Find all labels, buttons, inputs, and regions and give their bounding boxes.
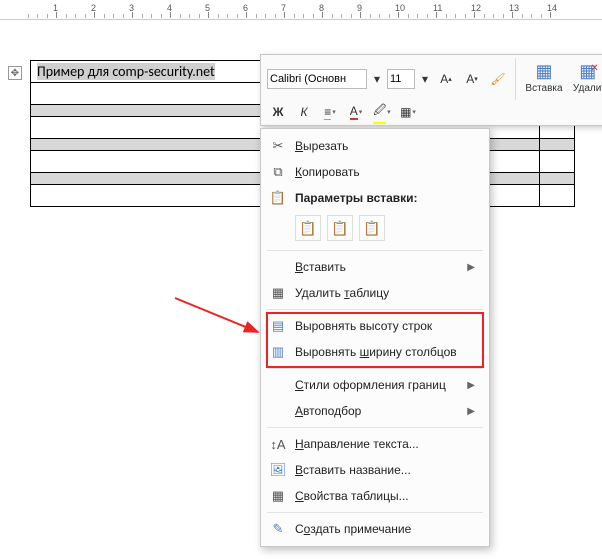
mini-toolbar: ▾ ▾ A▴ A▾ 🖌 ▦ Вставка ▦✕ Удалить Ж К ≡▾ … xyxy=(260,54,602,126)
menu-table-properties[interactable]: ▦ Свойства таблицы... xyxy=(261,483,489,509)
italic-icon[interactable]: К xyxy=(293,102,315,122)
font-size-combo[interactable] xyxy=(387,69,415,89)
menu-autofit[interactable]: Автоподбор ▶ xyxy=(261,398,489,424)
delete-table-icon: ▦✕ xyxy=(579,61,602,83)
menu-paste-options: 📋 Параметры вставки: xyxy=(261,185,489,211)
menu-border-styles[interactable]: Стили оформления границ ▶ xyxy=(261,372,489,398)
menu-copy[interactable]: ⧉ Копировать xyxy=(261,159,489,185)
grow-font-icon[interactable]: A▴ xyxy=(435,69,457,89)
delete-button[interactable]: ▦✕ Удалить xyxy=(570,58,602,100)
menu-even-row-height[interactable]: ▤ Выровнять высоту строк xyxy=(261,313,489,339)
format-painter-icon[interactable]: 🖌 xyxy=(487,69,509,89)
chevron-right-icon: ▶ xyxy=(467,380,475,391)
context-menu: ✂ Вырезать ⧉ Копировать 📋 Параметры вста… xyxy=(260,128,490,547)
annotation-arrow-icon xyxy=(170,290,270,350)
table-move-handle[interactable]: ✥ xyxy=(8,66,22,80)
bold-icon[interactable]: Ж xyxy=(267,102,289,122)
paste-text-only-icon[interactable]: 📋 xyxy=(359,215,385,241)
shrink-font-icon[interactable]: A▾ xyxy=(461,69,483,89)
properties-icon: ▦ xyxy=(269,488,287,504)
chevron-right-icon: ▶ xyxy=(467,262,475,273)
menu-paste[interactable]: Вставить ▶ xyxy=(261,254,489,280)
caption-icon: 🖼 xyxy=(269,462,287,478)
chevron-right-icon: ▶ xyxy=(467,406,475,417)
font-name-combo[interactable] xyxy=(267,69,367,89)
table-cell[interactable] xyxy=(540,185,575,207)
insert-button[interactable]: ▦ Вставка xyxy=(522,58,566,100)
text-direction-icon: ↕A xyxy=(269,437,287,452)
font-name-dropdown-icon[interactable]: ▾ xyxy=(371,69,383,89)
comment-icon: ✎ xyxy=(269,521,287,537)
insert-table-icon: ▦ xyxy=(535,61,552,83)
paste-merge-formatting-icon[interactable]: 📋 xyxy=(327,215,353,241)
even-cols-icon: ▥ xyxy=(269,344,287,360)
delete-table-menu-icon: ▦ xyxy=(269,285,287,301)
paste-options-icon: 📋 xyxy=(269,190,287,206)
font-size-dropdown-icon[interactable]: ▾ xyxy=(419,69,431,89)
highlight-color-icon[interactable]: 🖉▾ xyxy=(371,102,393,122)
menu-new-comment[interactable]: ✎ Создать примечание xyxy=(261,516,489,542)
menu-delete-table[interactable]: ▦ Удалить таблицу xyxy=(261,280,489,306)
horizontal-ruler: 1234567891011121314 xyxy=(0,0,602,20)
menu-even-col-width[interactable]: ▥ Выровнять ширину столбцов xyxy=(261,339,489,365)
menu-insert-caption[interactable]: 🖼 Вставить название... xyxy=(261,457,489,483)
menu-text-direction[interactable]: ↕A Направление текста... xyxy=(261,431,489,457)
borders-icon[interactable]: ▦▾ xyxy=(397,102,419,122)
font-color-icon[interactable]: A▾ xyxy=(345,102,367,122)
cut-icon: ✂ xyxy=(269,138,287,154)
underline-icon[interactable]: ≡▾ xyxy=(319,102,341,122)
selected-text[interactable]: Пример для comp-security.net xyxy=(37,63,215,80)
copy-icon: ⧉ xyxy=(269,164,287,180)
menu-cut[interactable]: ✂ Вырезать xyxy=(261,133,489,159)
paste-keep-formatting-icon[interactable]: 📋 xyxy=(295,215,321,241)
table-cell[interactable] xyxy=(540,151,575,173)
even-rows-icon: ▤ xyxy=(269,318,287,334)
